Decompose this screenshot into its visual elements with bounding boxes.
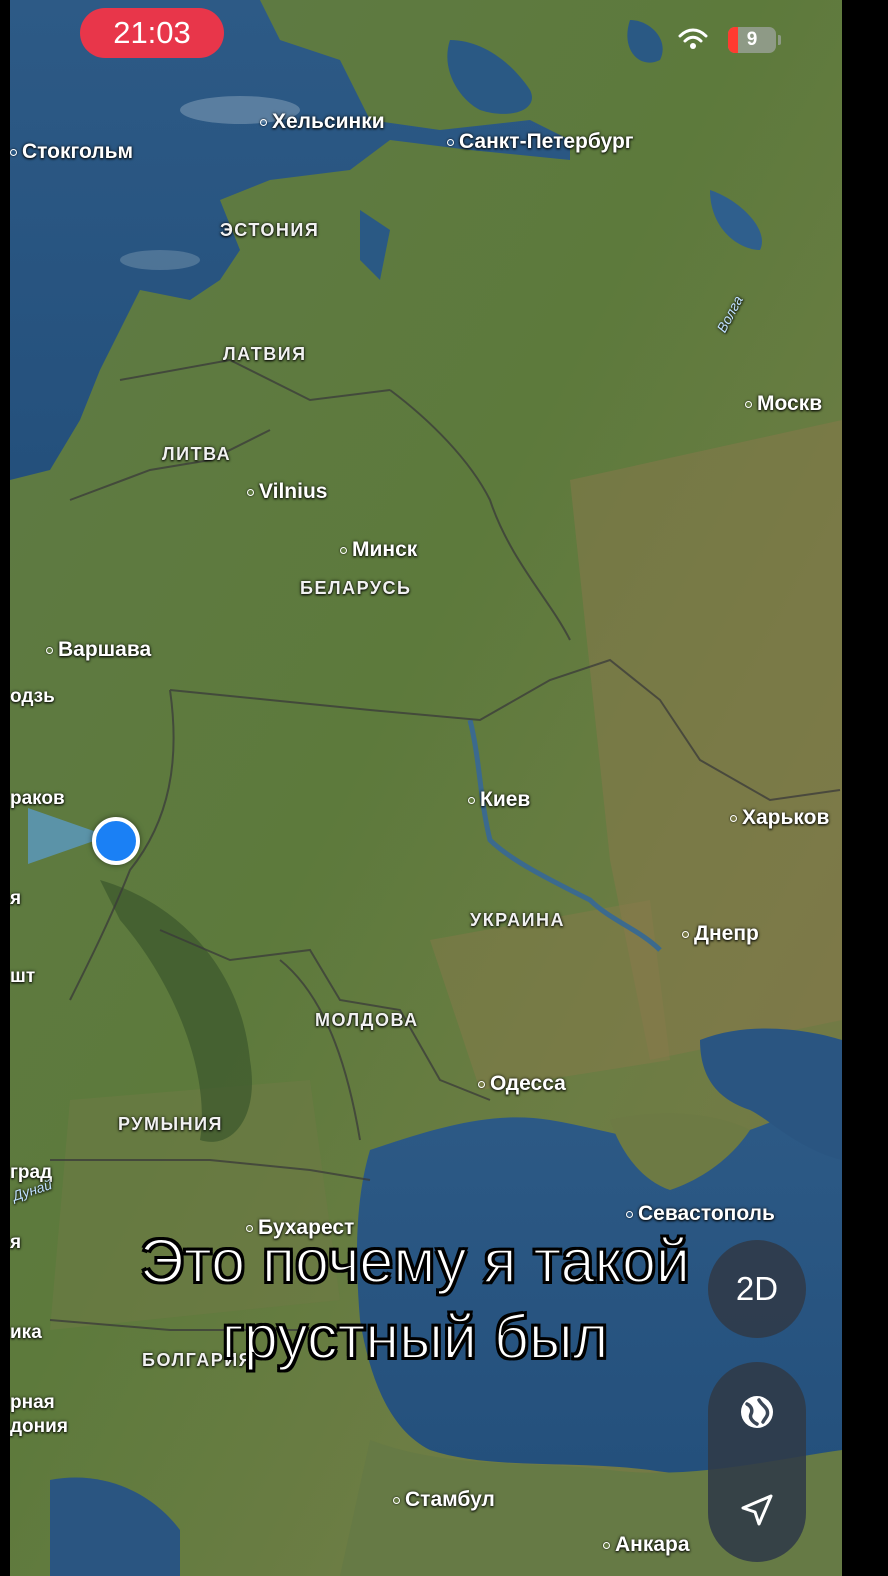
battery-level-text: 9	[746, 29, 758, 50]
city-label-vilnius[interactable]: Vilnius	[247, 480, 327, 504]
city-label-krakow[interactable]: раков	[10, 788, 65, 810]
edge-label-5: рная	[10, 1392, 55, 1413]
city-label-helsinki[interactable]: Хельсинки	[260, 110, 385, 134]
map-controls-panel	[708, 1362, 806, 1562]
city-label-sevastopol[interactable]: Севастополь	[626, 1202, 775, 1226]
city-label-odesa[interactable]: Одесса	[478, 1072, 566, 1096]
city-label-ankara[interactable]: Анкара	[603, 1533, 690, 1557]
globe-button[interactable]	[708, 1384, 806, 1440]
caption-line-2: грустный был	[221, 1302, 610, 1372]
city-label-istanbul[interactable]: Стамбул	[393, 1488, 495, 1512]
country-label-latvia[interactable]: ЛАТВИЯ	[223, 344, 307, 365]
city-label-stockholm[interactable]: Стокгольм	[10, 140, 133, 164]
battery-tip	[778, 35, 781, 45]
globe-icon	[741, 1396, 773, 1428]
caption-line-1: Это почему я такой	[139, 1226, 691, 1296]
country-label-romania[interactable]: РУМЫНИЯ	[118, 1114, 223, 1135]
edge-label-1: я	[10, 888, 22, 909]
battery-icon: 9	[728, 27, 776, 53]
city-label-kyiv[interactable]: Киев	[468, 788, 530, 812]
country-label-belarus[interactable]: БЕЛАРУСЬ	[300, 578, 411, 599]
country-label-lithuania[interactable]: ЛИТВА	[162, 444, 231, 465]
city-label-minsk[interactable]: Минск	[340, 538, 417, 562]
country-label-estonia[interactable]: ЭСТОНИЯ	[220, 220, 319, 241]
user-location-dot	[92, 817, 140, 865]
screen: Стокгольм Хельсинки Санкт-Петербург Моск…	[0, 0, 888, 1576]
wifi-icon	[678, 28, 708, 49]
edge-label-6: дония	[10, 1416, 68, 1437]
city-label-lodz[interactable]: одзь	[10, 686, 55, 708]
city-label-st-petersburg[interactable]: Санкт-Петербург	[447, 130, 634, 154]
country-label-moldova[interactable]: МОЛДОВА	[315, 1010, 419, 1031]
status-time: 21:03	[80, 8, 224, 58]
city-label-moscow[interactable]: Москв	[745, 392, 822, 416]
locate-me-button[interactable]	[708, 1482, 806, 1538]
city-label-kharkiv[interactable]: Харьков	[730, 806, 829, 830]
city-label-dnipro[interactable]: Днепр	[682, 922, 759, 946]
city-label-warsaw[interactable]: Варшава	[46, 638, 151, 662]
country-label-ukraine[interactable]: УКРАИНА	[470, 910, 565, 931]
edge-label-2: шт	[10, 966, 36, 987]
location-arrow-icon	[741, 1494, 773, 1526]
